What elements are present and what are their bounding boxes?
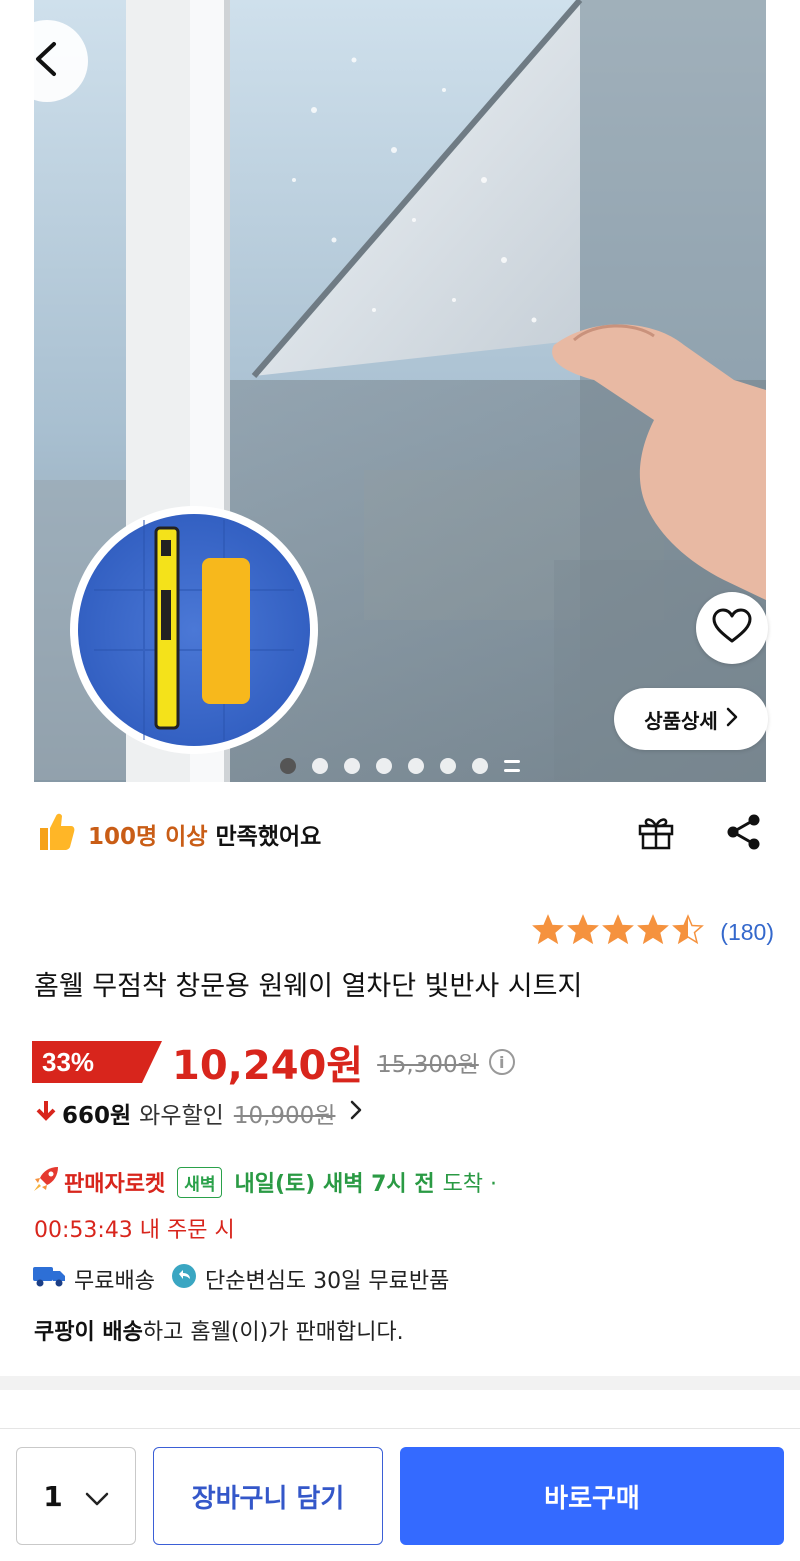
arrow-down-icon (36, 1099, 56, 1127)
wow-original-price: 10,900원 (233, 1103, 336, 1129)
sale-price: 10,240원 (172, 1043, 364, 1089)
free-shipping-label: 무료배송 (74, 1269, 155, 1294)
section-divider (0, 1376, 800, 1390)
chevron-down-icon (85, 1480, 109, 1513)
chevron-right-icon (726, 707, 738, 732)
back-button[interactable] (6, 20, 88, 102)
rating[interactable]: (180) (532, 914, 774, 950)
pagination-dot[interactable] (344, 758, 360, 774)
pagination-dot[interactable] (440, 758, 456, 774)
order-countdown: 00:53:43 내 주문 시 (34, 1218, 235, 1243)
product-image-gallery[interactable]: 상품상세 (0, 0, 800, 782)
fulfillment-label: 쿠팡이 배송 (34, 1320, 143, 1345)
dawn-delivery-badge: 새벽 (177, 1166, 223, 1198)
pagination-dot[interactable] (312, 758, 328, 774)
add-to-cart-button[interactable]: 장바구니 담기 (153, 1447, 383, 1545)
heart-icon (712, 608, 752, 648)
chevron-right-icon (349, 1099, 363, 1127)
thumbs-up-icon (36, 810, 76, 858)
gallery-pagination (280, 758, 520, 774)
arrival-time: 내일(토) 새벽 7시 전 (234, 1172, 435, 1197)
product-detail-label: 상품상세 (644, 708, 718, 733)
product-detail-button[interactable]: 상품상세 (614, 688, 768, 750)
product-title: 홈웰 무점착 창문용 원웨이 열차단 빛반사 시트지 (34, 971, 583, 1002)
chevron-left-icon (32, 40, 62, 82)
shipping-info-row: 무료배송 단순변심도 30일 무료반품 (32, 1262, 449, 1296)
info-icon[interactable]: i (488, 1049, 515, 1075)
more-images-icon[interactable] (504, 760, 520, 772)
price-row: 33% 10,240원 15,300원 i (32, 1040, 515, 1089)
share-icon[interactable] (724, 812, 764, 856)
rocket-label: 판매자로켓 (64, 1172, 166, 1197)
buy-now-button[interactable]: 바로구매 (400, 1447, 784, 1545)
purchase-bar: 1 장바구니 담기 바로구매 (0, 1428, 800, 1561)
wishlist-button[interactable] (696, 592, 768, 664)
truck-icon (32, 1264, 66, 1294)
return-icon (171, 1263, 197, 1295)
pagination-dot[interactable] (408, 758, 424, 774)
star-rating-icon (532, 914, 708, 950)
quantity-value: 1 (43, 1479, 63, 1513)
seller-info: 쿠팡이 배송하고 홈웰(이)가 판매합니다. (34, 1314, 404, 1346)
review-count[interactable]: (180) (720, 919, 774, 946)
pagination-dot[interactable] (280, 758, 296, 774)
arrival-suffix: 도착 · (442, 1172, 498, 1197)
original-price: 15,300원 (377, 1052, 479, 1078)
wow-discount-row[interactable]: 660원 와우할인 10,900원 (36, 1096, 363, 1130)
wow-discount-label: 와우할인 (139, 1103, 224, 1129)
product-photo (34, 0, 766, 782)
wow-discount-amount: 660원 (62, 1103, 132, 1129)
pagination-dot[interactable] (472, 758, 488, 774)
seller-text: 하고 홈웰(이)가 판매합니다. (142, 1320, 404, 1345)
rocket-icon (32, 1165, 60, 1199)
satisfaction-text: 만족했어요 (215, 824, 322, 850)
satisfaction-banner: 100명 이상 만족했어요 (36, 810, 321, 858)
free-return-label: 단순변심도 30일 무료반품 (204, 1269, 450, 1294)
delivery-row: 판매자로켓 새벽 내일(토) 새벽 7시 전 도착 · (32, 1164, 497, 1200)
discount-badge: 33% (32, 1041, 162, 1083)
gift-icon[interactable] (636, 812, 676, 856)
pagination-dot[interactable] (376, 758, 392, 774)
quantity-select[interactable]: 1 (16, 1447, 136, 1545)
satisfaction-highlight: 100명 이상 (88, 824, 208, 850)
